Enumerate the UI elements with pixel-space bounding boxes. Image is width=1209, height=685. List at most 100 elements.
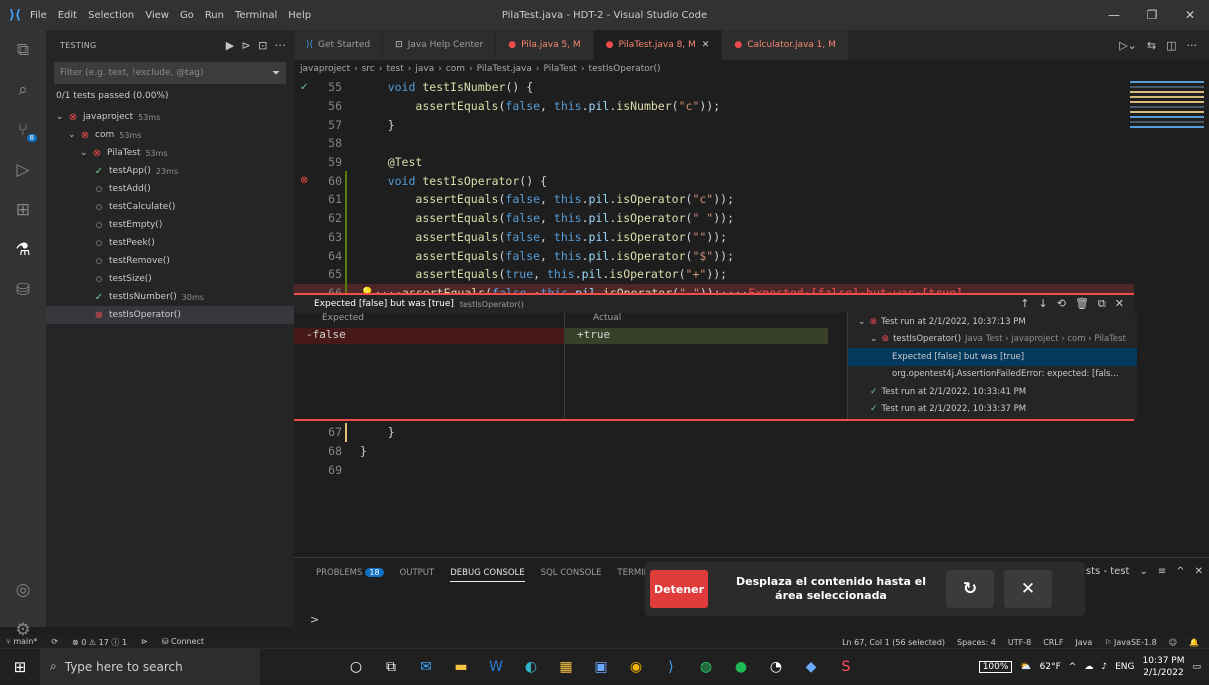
battery-percentage[interactable]: 100% bbox=[978, 660, 1013, 673]
extensions-icon[interactable]: ⊞ bbox=[0, 190, 46, 230]
indentation[interactable]: Spaces: 4 bbox=[957, 638, 996, 647]
tab-output[interactable]: OUTPUT bbox=[400, 568, 435, 582]
sublime-icon[interactable]: S bbox=[835, 659, 857, 675]
tab-problems[interactable]: PROBLEMS 18 bbox=[316, 568, 384, 582]
spotify-icon[interactable]: ● bbox=[730, 659, 752, 675]
explorer-icon[interactable]: ⧉ bbox=[0, 30, 46, 70]
word-icon[interactable]: W bbox=[485, 659, 507, 675]
code-editor[interactable]: ✓ 55 void testIsNumber() {56 assertEquals… bbox=[294, 78, 1134, 303]
tree-item[interactable]: ⌄ ⊗ com 53ms bbox=[46, 126, 294, 144]
tree-item[interactable]: ○ testEmpty() bbox=[46, 216, 294, 234]
clock[interactable]: 10:37 PM 2/1/2022 bbox=[1142, 655, 1184, 679]
vscode-taskbar-icon[interactable]: ⟩ bbox=[660, 659, 682, 675]
menu-help[interactable]: Help bbox=[288, 10, 311, 21]
tree-item[interactable]: ○ testAdd() bbox=[46, 180, 294, 198]
sync-icon[interactable]: ⟳ bbox=[51, 637, 58, 648]
chevron-down-icon[interactable]: ⌄ bbox=[80, 148, 90, 158]
code-editor-continued[interactable]: 67 } 68} 69 bbox=[294, 423, 1134, 483]
run-icon[interactable]: ▷⌄ bbox=[1119, 39, 1137, 52]
notification-center-icon[interactable]: ▭ bbox=[1192, 662, 1201, 672]
code-line[interactable]: 56 assertEquals(false, this.pil.isNumber… bbox=[294, 97, 1134, 116]
cancel-icon[interactable]: ✕ bbox=[1004, 570, 1052, 608]
connect-status[interactable]: ⛁ Connect bbox=[162, 637, 204, 648]
mail-icon[interactable]: ✉ bbox=[415, 659, 437, 675]
chevron-down-icon[interactable]: ⌄ bbox=[870, 334, 878, 344]
database-icon[interactable]: ⛁ bbox=[0, 270, 46, 310]
code-line[interactable]: 59 @Test bbox=[294, 153, 1134, 172]
menu-file[interactable]: File bbox=[30, 10, 47, 21]
breadcrumb-item[interactable]: javaproject bbox=[300, 64, 350, 74]
code-line[interactable]: 61 assertEquals(false, this.pil.isOperat… bbox=[294, 190, 1134, 209]
breadcrumb-item[interactable]: test bbox=[386, 64, 403, 74]
tree-item[interactable]: ⊗ testIsOperator() bbox=[46, 306, 294, 324]
code-line[interactable]: 63 assertEquals(false, this.pil.isOperat… bbox=[294, 227, 1134, 247]
jdk-version[interactable]: ⚐ JavaSE-1.8 bbox=[1104, 638, 1156, 647]
testing-icon[interactable]: ⚗ bbox=[0, 230, 46, 270]
code-line[interactable]: ⊗ 60 void testIsOperator() { bbox=[294, 171, 1134, 191]
close-icon[interactable]: ✕ bbox=[1171, 0, 1209, 30]
test-filter-input[interactable]: Filter (e.g. text, !exclude, @tag) ⏷ bbox=[54, 62, 286, 84]
weather-temp[interactable]: 62°F bbox=[1040, 662, 1061, 672]
tree-item[interactable]: ○ testCalculate() bbox=[46, 198, 294, 216]
taskbar-search[interactable]: ⌕ Type here to search bbox=[40, 648, 260, 685]
maximize-panel-icon[interactable]: ^ bbox=[1176, 566, 1184, 577]
arrow-up-icon[interactable]: ↑ bbox=[1020, 297, 1029, 311]
more-actions-icon[interactable]: ··· bbox=[275, 39, 286, 52]
tree-item[interactable]: ✓ testApp() 23ms bbox=[46, 162, 294, 180]
code-line[interactable]: ✓ 55 void testIsNumber() { bbox=[294, 78, 1134, 97]
debug-icon[interactable]: ⊳ bbox=[141, 637, 148, 648]
chrome-icon[interactable]: ◉ bbox=[625, 659, 647, 675]
tree-item[interactable]: ⌄ ⊗ PilaTest 53ms bbox=[46, 144, 294, 162]
test-result-item[interactable]: ✓ Test run at 2/1/2022, 10:33:37 PM bbox=[848, 401, 1137, 419]
breadcrumb-item[interactable]: PilaTest bbox=[543, 64, 576, 74]
language-mode[interactable]: Java bbox=[1075, 638, 1092, 647]
tree-item[interactable]: ✓ testIsNumber() 30ms bbox=[46, 288, 294, 306]
chevron-down-icon[interactable]: ⌄ bbox=[68, 130, 78, 140]
notifications-icon[interactable]: 🔔 bbox=[1189, 638, 1199, 647]
volume-icon[interactable]: ♪ bbox=[1101, 662, 1107, 672]
code-line[interactable]: 62 assertEquals(false, this.pil.isOperat… bbox=[294, 208, 1134, 228]
encoding[interactable]: UTF-8 bbox=[1008, 638, 1031, 647]
run-tests-icon[interactable]: ▶ bbox=[226, 39, 235, 52]
arrow-down-icon[interactable]: ↓ bbox=[1039, 297, 1048, 311]
branch-status[interactable]: ⑂ main* bbox=[6, 637, 37, 648]
store-icon[interactable]: ▣ bbox=[590, 659, 612, 675]
editor-tab[interactable]: ● PilaTest.java 8, M ✕ bbox=[593, 30, 723, 60]
breadcrumb-item[interactable]: com bbox=[446, 64, 465, 74]
cortana-icon[interactable]: ○ bbox=[345, 659, 367, 675]
tree-item[interactable]: ○ testSize() bbox=[46, 270, 294, 288]
close-tab-icon[interactable]: ✕ bbox=[702, 40, 710, 50]
breadcrumb-item[interactable]: src bbox=[362, 64, 375, 74]
test-result-item[interactable]: Expected [false] but was [true] bbox=[848, 348, 1137, 366]
chevron-down-icon[interactable]: ⌄ bbox=[858, 317, 866, 327]
tree-item[interactable]: ⌄ ⊗ javaproject 53ms bbox=[46, 108, 294, 126]
debug-session-select[interactable]: sts - test bbox=[1086, 566, 1130, 577]
test-pass-icon[interactable]: ✓ bbox=[300, 82, 312, 93]
breadcrumb-item[interactable]: java bbox=[415, 64, 434, 74]
menu-go[interactable]: Go bbox=[180, 10, 194, 21]
menu-view[interactable]: View bbox=[145, 10, 169, 21]
stop-button[interactable]: Detener bbox=[650, 570, 708, 608]
compare-icon[interactable]: ⇆ bbox=[1147, 39, 1156, 52]
test-result-item[interactable]: ⌄ ⊗ testIsOperator() Java Test › javaprojec… bbox=[848, 331, 1137, 349]
tab-sql-console[interactable]: SQL CONSOLE bbox=[541, 568, 602, 582]
code-line[interactable]: 64 assertEquals(false, this.pil.isOperat… bbox=[294, 246, 1134, 265]
edge-icon[interactable]: ◐ bbox=[520, 659, 542, 675]
close-peek-icon[interactable]: ✕ bbox=[1115, 297, 1124, 311]
input-language[interactable]: ENG bbox=[1115, 662, 1134, 672]
tree-item[interactable]: ○ testPeek() bbox=[46, 234, 294, 252]
editor-tab[interactable]: ⟩⟨ Get Started bbox=[294, 30, 384, 60]
calendar-icon[interactable]: ▦ bbox=[555, 659, 577, 675]
problems-status[interactable]: ⊗ 0 ⚠ 17 ⓘ 1 bbox=[72, 637, 127, 648]
chevron-down-icon[interactable]: ⌄ bbox=[56, 112, 66, 122]
maximize-icon[interactable]: ❐ bbox=[1133, 0, 1171, 30]
more-icon[interactable]: ··· bbox=[1187, 39, 1198, 52]
open-external-icon[interactable]: ⧉ bbox=[1098, 297, 1106, 311]
windows-start-icon[interactable]: ⊞ bbox=[0, 658, 40, 676]
feedback-icon[interactable]: ☺ bbox=[1169, 638, 1177, 647]
whatsapp-icon[interactable]: ◍ bbox=[695, 659, 717, 675]
filter-lines-icon[interactable]: ≡ bbox=[1158, 566, 1166, 577]
breadcrumb-item[interactable]: PilaTest.java bbox=[477, 64, 532, 74]
split-editor-icon[interactable]: ◫ bbox=[1166, 39, 1176, 52]
console-prompt[interactable]: > bbox=[310, 613, 319, 626]
